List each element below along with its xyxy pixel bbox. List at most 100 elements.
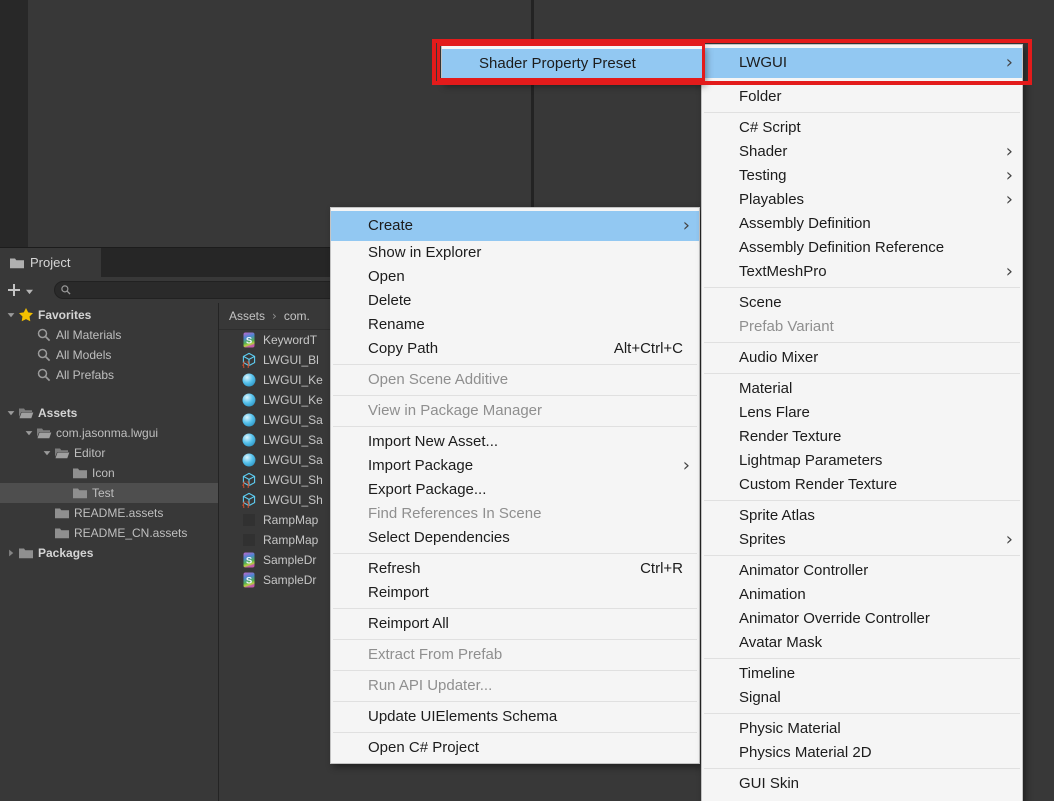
- tree-item-assets[interactable]: Assets: [0, 403, 218, 423]
- triangle-right-icon[interactable]: [4, 546, 18, 560]
- menu-item-label: Audio Mixer: [739, 349, 818, 366]
- tree-item-favorites[interactable]: Favorites: [0, 305, 218, 325]
- menu-item-timeline[interactable]: Timeline: [702, 662, 1022, 686]
- menu-item-sprite-atlas[interactable]: Sprite Atlas: [702, 504, 1022, 528]
- submenu-chevron-icon: ›: [683, 454, 690, 478]
- triangle-down-icon[interactable]: [4, 406, 18, 420]
- menu-item-import-package[interactable]: Import Package›: [331, 454, 699, 478]
- menu-item-material[interactable]: Material: [702, 377, 1022, 401]
- menu-item-create[interactable]: Create›: [331, 211, 699, 241]
- menu-item-label: Lightmap Parameters: [739, 452, 882, 469]
- star-icon: [18, 307, 34, 323]
- menu-item-label: Material: [739, 380, 792, 397]
- dropdown-caret-icon[interactable]: [24, 287, 34, 295]
- breadcrumb-current[interactable]: com.: [284, 309, 310, 323]
- script-icon: S: [241, 332, 257, 348]
- menu-item-assembly-definition-reference[interactable]: Assembly Definition Reference: [702, 236, 1022, 260]
- menu-item-update-uielements-schema[interactable]: Update UIElements Schema: [331, 705, 699, 729]
- menu-item-import-new-asset[interactable]: Import New Asset...: [331, 430, 699, 454]
- menu-item-lightmap-parameters[interactable]: Lightmap Parameters: [702, 449, 1022, 473]
- menu-item-open[interactable]: Open: [331, 265, 699, 289]
- blank-icon: [241, 532, 257, 548]
- triangle-down-icon[interactable]: [4, 308, 18, 322]
- asset-item-label: LWGUI_Sa: [263, 413, 323, 427]
- triangle-down-icon[interactable]: [22, 426, 36, 440]
- menu-item-animator-controller[interactable]: Animator Controller: [702, 559, 1022, 583]
- menu-item-reimport[interactable]: Reimport: [331, 581, 699, 605]
- menu-item-physics-material-2d[interactable]: Physics Material 2D: [702, 741, 1022, 765]
- tree-item-test[interactable]: Test: [0, 483, 218, 503]
- menu-item-label: Import New Asset...: [368, 433, 498, 450]
- folder-icon: [72, 465, 88, 481]
- menu-item-folder[interactable]: Folder: [702, 85, 1022, 109]
- tree-item-packages[interactable]: Packages: [0, 543, 218, 563]
- tree-item-com-jasonma-lwgui[interactable]: com.jasonma.lwgui: [0, 423, 218, 443]
- tree-item-readme-cn-assets[interactable]: README_CN.assets: [0, 523, 218, 543]
- menu-separator: [704, 500, 1020, 501]
- svg-text:{}: {}: [242, 481, 251, 489]
- menu-item-select-dependencies[interactable]: Select Dependencies: [331, 526, 699, 550]
- tab-project[interactable]: Project: [0, 248, 101, 277]
- menu-item-assembly-definition[interactable]: Assembly Definition: [702, 212, 1022, 236]
- triangle-down-icon[interactable]: [40, 446, 54, 460]
- add-button[interactable]: [5, 281, 23, 299]
- menu-item-label: Animation: [739, 586, 806, 603]
- asset-item-label: RampMap: [263, 513, 318, 527]
- left-panel-edge: [0, 0, 28, 249]
- menu-item-c-script[interactable]: C# Script: [702, 116, 1022, 140]
- menu-item-label: Timeline: [739, 665, 795, 682]
- menu-item-scene[interactable]: Scene: [702, 291, 1022, 315]
- search-icon: [36, 347, 52, 363]
- tree-item-all-materials[interactable]: All Materials: [0, 325, 218, 345]
- menu-item-refresh[interactable]: RefreshCtrl+R: [331, 557, 699, 581]
- tree-item-all-models[interactable]: All Models: [0, 345, 218, 365]
- menu-item-open-c-project[interactable]: Open C# Project: [331, 736, 699, 760]
- menu-item-label: Assembly Definition: [739, 215, 871, 232]
- menu-separator: [333, 670, 697, 671]
- folder-icon: [18, 545, 34, 561]
- svg-text:S: S: [246, 556, 252, 567]
- menu-item-signal[interactable]: Signal: [702, 686, 1022, 710]
- menu-item-reimport-all[interactable]: Reimport All: [331, 612, 699, 636]
- menu-item-sprites[interactable]: Sprites›: [702, 528, 1022, 552]
- menu-item-delete[interactable]: Delete: [331, 289, 699, 313]
- menu-item-lens-flare[interactable]: Lens Flare: [702, 401, 1022, 425]
- menu-item-custom-font[interactable]: Custom Font: [702, 796, 1022, 801]
- menu-item-copy-path[interactable]: Copy PathAlt+Ctrl+C: [331, 337, 699, 361]
- search-icon: [36, 367, 52, 383]
- tree-item-icon[interactable]: Icon: [0, 463, 218, 483]
- tree-item-label: Icon: [92, 466, 115, 480]
- script-icon: S: [241, 572, 257, 588]
- menu-item-render-texture[interactable]: Render Texture: [702, 425, 1022, 449]
- arrow-spacer: [40, 526, 54, 540]
- menu-item-shader[interactable]: Shader›: [702, 140, 1022, 164]
- menu-item-run-api-updater: Run API Updater...: [331, 674, 699, 698]
- menu-item-show-in-explorer[interactable]: Show in Explorer: [331, 241, 699, 265]
- tree-item-editor[interactable]: Editor: [0, 443, 218, 463]
- menu-item-avatar-mask[interactable]: Avatar Mask: [702, 631, 1022, 655]
- menu-item-gui-skin[interactable]: GUI Skin: [702, 772, 1022, 796]
- tree-item-label: com.jasonma.lwgui: [56, 426, 158, 440]
- menu-item-rename[interactable]: Rename: [331, 313, 699, 337]
- breadcrumb-root[interactable]: Assets: [229, 309, 265, 323]
- menu-item-playables[interactable]: Playables›: [702, 188, 1022, 212]
- tree-item-label: All Prefabs: [56, 368, 114, 382]
- tree-item-all-prefabs[interactable]: All Prefabs: [0, 365, 218, 385]
- asset-item-label: SampleDr: [263, 573, 316, 587]
- menu-item-textmeshpro[interactable]: TextMeshPro›: [702, 260, 1022, 284]
- submenu-chevron-icon: ›: [1006, 188, 1013, 212]
- tree-item-readme-assets[interactable]: README.assets: [0, 503, 218, 523]
- folder-icon: [54, 505, 70, 521]
- menu-item-audio-mixer[interactable]: Audio Mixer: [702, 346, 1022, 370]
- tree-item-label: All Models: [56, 348, 111, 362]
- menu-item-export-package[interactable]: Export Package...: [331, 478, 699, 502]
- folder-icon: [9, 255, 25, 271]
- asset-item-label: LWGUI_Sa: [263, 453, 323, 467]
- menu-item-animation[interactable]: Animation: [702, 583, 1022, 607]
- menu-item-custom-render-texture[interactable]: Custom Render Texture: [702, 473, 1022, 497]
- menu-item-animator-override-controller[interactable]: Animator Override Controller: [702, 607, 1022, 631]
- asset-item-label: SampleDr: [263, 553, 316, 567]
- script-icon: S: [241, 552, 257, 568]
- menu-item-physic-material[interactable]: Physic Material: [702, 717, 1022, 741]
- menu-item-testing[interactable]: Testing›: [702, 164, 1022, 188]
